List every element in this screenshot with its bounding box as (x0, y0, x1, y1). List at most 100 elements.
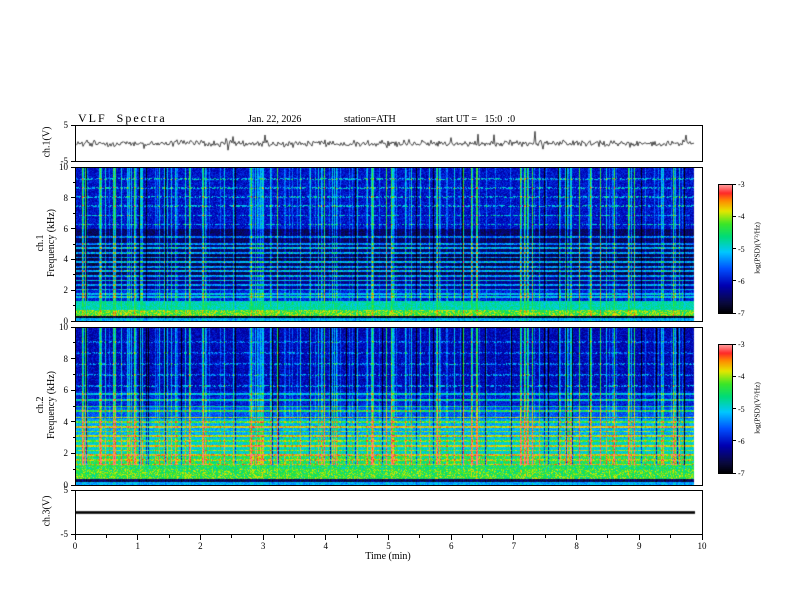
colorbar-tick (733, 343, 736, 345)
y-axis-tick (71, 160, 75, 162)
x-axis-tick (262, 535, 264, 540)
colorbar-tick-label: -4 (738, 372, 745, 382)
time-axis-label: Time (min) (365, 551, 411, 562)
y-axis-tick-label: 6 (63, 223, 69, 234)
y-axis-tick-label: 8 (63, 192, 69, 203)
page-title: VLF Spectra (78, 111, 167, 125)
x-axis-tick-label: 3 (260, 541, 266, 551)
x-axis-tick-label: 10 (697, 541, 707, 551)
x-axis-tick (388, 535, 389, 540)
colorbar-tick-label: -7 (738, 309, 745, 318)
y-axis-minor-tick (73, 373, 75, 375)
y-axis-tick (71, 358, 75, 360)
ch1-waveform-panel (75, 125, 703, 162)
colorbar-tick (733, 408, 736, 409)
y-axis-tick (71, 484, 75, 486)
colorbar-ch1-label: log(PSD)(V²/Hz) (752, 222, 762, 274)
x-axis-tick (450, 535, 452, 540)
y-axis-minor-tick (73, 243, 75, 245)
y-axis-minor-tick (73, 181, 75, 183)
y-axis-tick-label: 6 (63, 385, 69, 396)
ch3-waveform-panel (75, 490, 703, 535)
start-ut-label: start UT = 15:0 :0 (436, 114, 516, 125)
y-axis-tick (71, 197, 75, 199)
y-axis-tick (71, 166, 75, 168)
x-axis-tick (199, 535, 201, 540)
x-axis-tick (638, 535, 640, 540)
y-axis-tick (71, 533, 75, 535)
ch1-spectrogram-canvas (76, 168, 702, 321)
date-label: Jan. 22, 2026 (248, 114, 302, 125)
y-axis-tick (71, 228, 75, 230)
y-axis-minor-tick (73, 468, 75, 470)
colorbar-tick (733, 312, 736, 314)
colorbar-tick (733, 215, 736, 217)
x-axis-tick (513, 535, 515, 540)
x-axis-tick (701, 535, 703, 540)
colorbar-tick-label: -5 (738, 244, 745, 254)
y-axis-tick-label: 4 (63, 254, 69, 265)
y-axis-tick (71, 326, 75, 328)
y-axis-minor-tick (73, 405, 75, 407)
x-axis-tick-label: 2 (198, 541, 203, 551)
x-axis-tick (356, 535, 358, 538)
ch1-spectrogram-panel (75, 167, 703, 322)
y-axis-minor-tick (73, 212, 75, 214)
colorbar-tick-label: -3 (738, 340, 745, 349)
x-axis-tick-label: 7 (511, 541, 517, 551)
x-axis-tick (231, 535, 233, 538)
x-axis-tick-label: 1 (135, 541, 140, 551)
colorbar-ch2 (718, 344, 733, 474)
colorbar-ch2-label: log(PSD)(V²/Hz) (752, 382, 762, 434)
ch3-waveform-canvas (76, 491, 702, 534)
x-axis-tick (168, 535, 170, 538)
x-axis-tick (482, 535, 484, 538)
y-axis-tick-label: 10 (59, 322, 68, 332)
ch2-spectrogram-panel (75, 327, 703, 486)
y-axis-tick-label: 2 (63, 448, 69, 459)
y-axis-tick-label: 8 (63, 353, 69, 364)
y-axis-tick (71, 258, 75, 260)
vlf-spectra-figure: VLF Spectra Jan. 22, 2026 station=ATH st… (0, 0, 792, 612)
ch2-spectrogram-canvas (76, 328, 702, 485)
x-axis-tick (137, 535, 139, 540)
ch2-frequency-axis-label: ch.2 Frequency (kHz) (35, 371, 57, 439)
ch3-voltage-axis-label: ch.3(V) (41, 495, 53, 527)
y-axis-tick (71, 452, 75, 454)
colorbar-tick-label: -3 (738, 180, 745, 189)
x-axis-tick (607, 535, 609, 538)
y-axis-tick (71, 289, 75, 291)
x-axis-tick-label: 5 (386, 541, 391, 551)
x-axis-tick-label: 8 (574, 541, 579, 551)
y-axis-tick-label: 2 (63, 285, 69, 296)
x-axis-tick-label: 0 (72, 541, 78, 551)
colorbar-tick (733, 472, 736, 474)
y-axis-minor-tick (73, 342, 75, 344)
ch1-axis-line1: ch.1 (35, 234, 46, 252)
x-axis-tick (576, 535, 578, 540)
y-axis-tick-label: 5 (63, 120, 69, 130)
colorbar-tick (733, 280, 736, 282)
x-axis-tick (544, 535, 546, 538)
colorbar-tick (733, 248, 736, 249)
x-axis-tick-label: 6 (448, 541, 454, 551)
ch1-axis-line2: Frequency (kHz) (46, 208, 57, 278)
x-axis-tick (74, 535, 76, 540)
colorbar-tick-label: -6 (738, 436, 745, 446)
colorbar-tick (733, 375, 736, 377)
x-axis-tick-label: 9 (637, 541, 642, 551)
y-axis-tick (71, 489, 75, 491)
station-label: station=ATH (344, 114, 396, 125)
y-axis-minor-tick (73, 305, 75, 307)
colorbar-tick-label: -4 (738, 212, 745, 222)
colorbar-tick (733, 183, 736, 185)
colorbar-tick (733, 440, 736, 442)
colorbar-ch1 (718, 184, 733, 314)
ch1-voltage-axis-label: ch.1(V) (41, 126, 53, 158)
ch1-waveform-canvas (76, 126, 702, 161)
y-axis-minor-tick (73, 437, 75, 439)
x-axis-tick (325, 535, 327, 540)
y-axis-tick (71, 389, 75, 391)
x-axis-tick (105, 535, 107, 538)
ch2-axis-line1: ch.2 (35, 396, 46, 414)
